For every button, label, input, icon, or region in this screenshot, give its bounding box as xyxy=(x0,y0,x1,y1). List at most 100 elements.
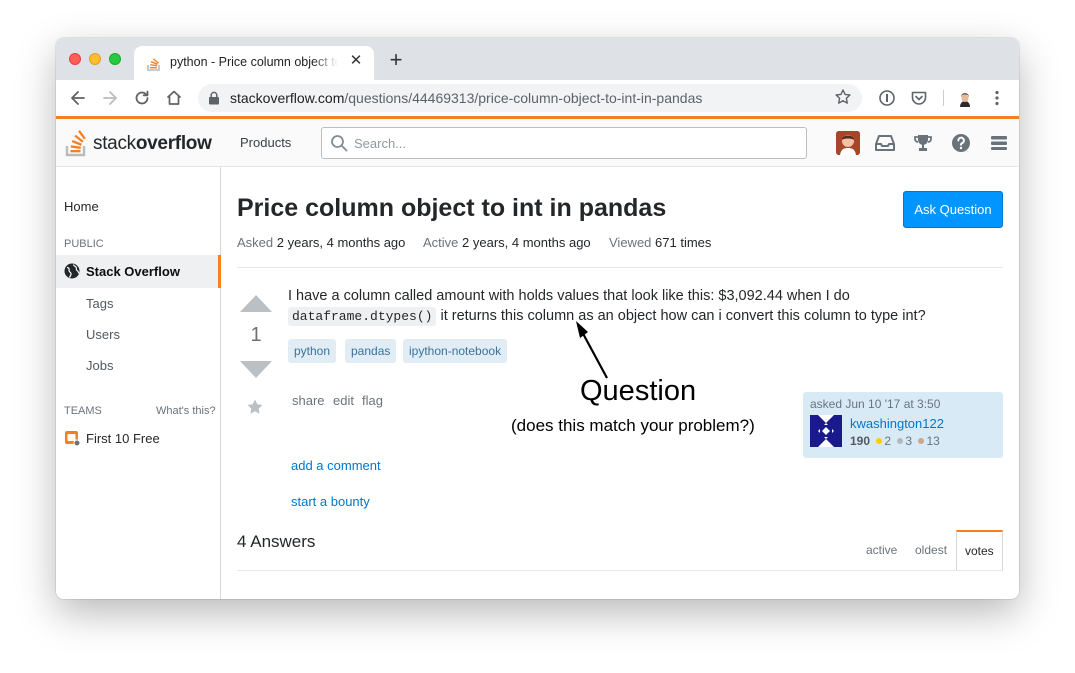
globe-icon xyxy=(64,263,80,279)
share-link[interactable]: share xyxy=(292,393,325,408)
ask-question-button[interactable]: Ask Question xyxy=(903,191,1003,228)
url-text: stackoverflow.com/questions/44469313/pri… xyxy=(230,90,702,106)
products-menu[interactable]: Products xyxy=(240,135,291,150)
sidebar-item-users[interactable]: Users xyxy=(86,327,120,342)
question-body: I have a column called amount with holds… xyxy=(288,286,968,327)
url-host: stackoverflow.com xyxy=(230,90,345,106)
sort-tab-votes-label: votes xyxy=(965,544,994,558)
asked-timestamp: asked Jun 10 '17 at 3:50 xyxy=(810,397,941,411)
browser-toolbar: stackoverflow.com/questions/44469313/pri… xyxy=(56,80,1019,116)
inline-code: dataframe.dtypes() xyxy=(288,307,437,326)
owner-stats: 190 2 3 13 xyxy=(850,434,940,448)
question-body-text-1: I have a column called amount with holds… xyxy=(288,288,850,304)
silver-badge-count: 3 xyxy=(905,434,913,448)
answers-divider xyxy=(237,570,1003,571)
tab-strip: python - Price column object to int in p… xyxy=(56,38,1019,80)
question-title[interactable]: Price column object to int in pandas xyxy=(237,194,666,223)
tag-pandas[interactable]: pandas xyxy=(345,339,397,363)
sidebar-item-first-10-free[interactable]: First 10 Free xyxy=(86,431,160,446)
title-divider xyxy=(237,267,1003,268)
pocket-icon[interactable] xyxy=(909,88,929,108)
close-window-button[interactable] xyxy=(69,53,81,65)
stackoverflow-logo[interactable]: stackoverflow xyxy=(64,127,224,159)
search-box[interactable] xyxy=(321,127,807,159)
so-header: stackoverflow Products xyxy=(56,119,1019,167)
annotation-arrow-icon xyxy=(576,321,608,379)
bronze-badge-count: 13 xyxy=(926,434,940,448)
active-meta: Active 2 years, 4 months ago xyxy=(423,235,591,250)
active-value[interactable]: 2 years, 4 months ago xyxy=(462,235,591,250)
viewed-label: Viewed xyxy=(609,235,652,250)
user-avatar[interactable] xyxy=(836,131,860,155)
downvote-arrow-icon[interactable] xyxy=(239,360,273,380)
bronze-badge-icon xyxy=(918,438,925,445)
asked-meta: Asked 2 years, 4 months ago xyxy=(237,235,405,250)
sidebar-item-home[interactable]: Home xyxy=(64,199,99,214)
teams-briefcase-icon xyxy=(65,431,80,446)
back-arrow-icon[interactable] xyxy=(68,88,88,108)
active-label: Active xyxy=(423,235,459,250)
silver-badge-icon xyxy=(897,438,904,445)
sort-tab-active[interactable]: active xyxy=(866,543,897,557)
vote-count: 1 xyxy=(250,324,262,346)
browser-window: python - Price column object to int in p… xyxy=(56,38,1019,599)
stackoverflow-favicon-icon xyxy=(147,58,160,71)
sort-tab-votes[interactable]: votes xyxy=(956,530,1003,570)
search-input[interactable] xyxy=(354,128,794,158)
question-body-text-2: it returns this column as an object how … xyxy=(436,308,926,324)
add-comment-link[interactable]: add a comment xyxy=(291,458,381,473)
lock-icon xyxy=(209,91,219,105)
sort-tab-oldest[interactable]: oldest xyxy=(915,543,947,557)
forward-arrow-icon[interactable] xyxy=(100,88,120,108)
site-switcher-icon[interactable] xyxy=(987,131,1011,155)
annotation-title: Question xyxy=(580,375,697,407)
profile-avatar-icon[interactable] xyxy=(955,88,975,108)
toolbar-separator xyxy=(943,90,944,106)
sidebar-item-stack-overflow[interactable]: Stack Overflow xyxy=(56,255,221,288)
owner-username[interactable]: kwashington122 xyxy=(850,416,944,431)
asked-value: 2 years, 4 months ago xyxy=(276,235,406,250)
sidebar-teams-heading: TEAMS xyxy=(64,405,102,417)
edit-link[interactable]: edit xyxy=(333,393,354,408)
upvote-arrow-icon[interactable] xyxy=(239,293,273,313)
inbox-icon[interactable] xyxy=(873,131,897,155)
minimize-window-button[interactable] xyxy=(89,53,101,65)
flag-link[interactable]: flag xyxy=(362,393,383,408)
url-path: /questions/44469313/price-column-object-… xyxy=(344,90,703,106)
tab-title: python - Price column object to int in p… xyxy=(170,55,338,69)
owner-reputation: 190 xyxy=(850,434,871,448)
tag-ipython-notebook[interactable]: ipython-notebook xyxy=(403,339,508,363)
sidebar-public-heading: PUBLIC xyxy=(64,238,104,250)
reload-icon[interactable] xyxy=(132,88,152,108)
question-owner-card: asked Jun 10 '17 at 3:50 kwashington122 … xyxy=(803,392,1003,458)
gold-badge-icon xyxy=(876,438,883,445)
search-icon xyxy=(331,135,348,152)
new-tab-icon[interactable]: + xyxy=(386,49,406,71)
viewed-meta: Viewed 671 times xyxy=(609,235,711,250)
stackoverflow-logo-icon xyxy=(65,130,86,157)
browser-menu-icon[interactable] xyxy=(987,88,1007,108)
sidebar-item-tags[interactable]: Tags xyxy=(86,296,113,311)
user-avatar-icon xyxy=(836,131,860,155)
browser-tab[interactable]: python - Price column object to int in p… xyxy=(134,46,374,80)
tag-python[interactable]: python xyxy=(288,339,337,363)
whats-this-link[interactable]: What's this? xyxy=(156,405,216,417)
bookmark-star-icon[interactable] xyxy=(834,88,852,106)
help-icon[interactable] xyxy=(949,131,973,155)
logo-light: stack xyxy=(93,133,136,154)
start-bounty-link[interactable]: start a bounty xyxy=(291,494,370,509)
achievements-trophy-icon[interactable] xyxy=(911,131,935,155)
sidebar-item-label: Stack Overflow xyxy=(86,264,180,279)
home-icon[interactable] xyxy=(164,88,184,108)
tab-close-icon[interactable]: ✕ xyxy=(348,53,364,69)
owner-identicon[interactable] xyxy=(810,415,842,447)
zoom-window-button[interactable] xyxy=(109,53,121,65)
logo-wordmark: stackoverflow xyxy=(93,133,212,155)
info-circle-icon[interactable] xyxy=(877,88,897,108)
address-bar[interactable]: stackoverflow.com/questions/44469313/pri… xyxy=(198,84,862,112)
logo-bold: overflow xyxy=(135,133,212,154)
viewed-value: 671 times xyxy=(655,235,712,250)
sidebar-item-jobs[interactable]: Jobs xyxy=(86,358,113,373)
annotation-subtitle: (does this match your problem?) xyxy=(511,416,755,435)
favorite-star-icon[interactable] xyxy=(246,398,264,416)
